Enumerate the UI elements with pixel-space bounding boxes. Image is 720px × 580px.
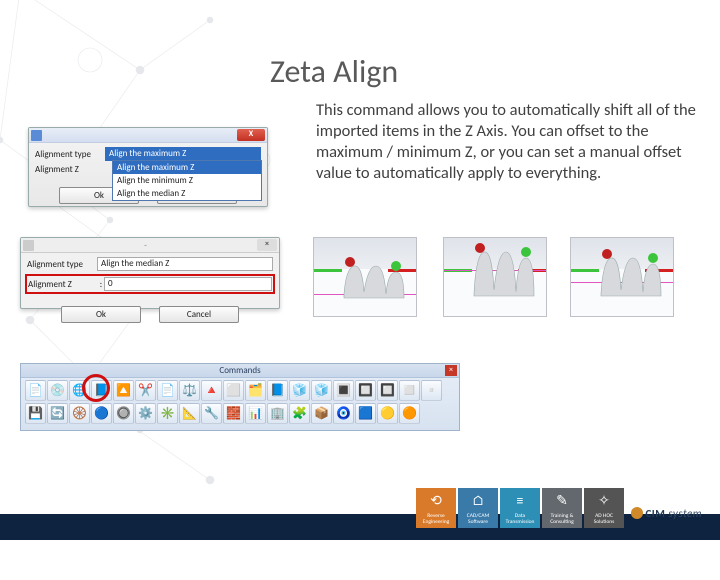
window-icon xyxy=(23,240,34,251)
dialog-title-dash: - xyxy=(144,240,147,251)
toolbar-icon[interactable]: 🗂️ xyxy=(245,380,266,401)
toolbar-icon[interactable]: 📘 xyxy=(91,380,112,401)
tile-adhoc: ✧AD HOCSolutions xyxy=(584,488,624,528)
toolbar-icon[interactable]: 🟦 xyxy=(355,403,376,424)
toolbar-icon[interactable]: 🛞 xyxy=(69,403,90,424)
align-dialog-dropdown-open: X Alignment type Align the maximum Z Ali… xyxy=(28,127,268,207)
description-text: This command allows you to automatically… xyxy=(316,100,706,184)
commands-close-button[interactable]: × xyxy=(445,365,457,376)
toolbar-icon[interactable]: 📐 xyxy=(179,403,200,424)
footer-tiles: ⟲ReverseEngineering ⌂CAD/CAMSoftware ≡Da… xyxy=(416,488,624,528)
toolbar-icon[interactable]: 🧩 xyxy=(289,403,310,424)
toolbar-icon[interactable]: ⬜ xyxy=(223,380,244,401)
toolbar-icon[interactable]: ✂️ xyxy=(135,380,156,401)
toolbar-icon[interactable]: ◻️ xyxy=(399,380,420,401)
brand-logo: CIM system xyxy=(631,507,702,520)
close-button[interactable]: X xyxy=(237,129,265,141)
toolbar-icon[interactable]: 🔧 xyxy=(201,403,222,424)
tile-training: ✎Training &Consulting xyxy=(542,488,582,528)
alignment-type-select[interactable]: Align the maximum Z xyxy=(105,147,261,161)
dialog-titlebar: X xyxy=(29,128,267,143)
alignment-z-input[interactable]: 0 xyxy=(104,277,272,291)
alignment-type-dropdown[interactable]: Align the maximum Z Align the minimum Z … xyxy=(112,160,262,201)
toolbar-icon[interactable]: 💾 xyxy=(25,403,46,424)
toolbar-icon[interactable]: 📊 xyxy=(245,403,266,424)
toolbar-icon[interactable]: ⚙️ xyxy=(135,403,156,424)
toolbar-icon[interactable]: 📘 xyxy=(267,380,288,401)
alignment-z-label: Alignment Z xyxy=(35,164,105,175)
toolbar-icon[interactable]: 🔲 xyxy=(377,380,398,401)
toolbar-icon[interactable]: 🔼 xyxy=(113,380,134,401)
tile-data-transmission: ≡DataTransmission xyxy=(500,488,540,528)
toolbar-icon[interactable]: 📄 xyxy=(157,380,178,401)
toolbar-icon[interactable]: 🔵 xyxy=(91,403,112,424)
dropdown-option[interactable]: Align the minimum Z xyxy=(113,174,261,187)
toolbar-icon[interactable]: 🧊 xyxy=(311,380,332,401)
toolbar-icon[interactable]: 📦 xyxy=(311,403,332,424)
commands-toolbar: Commands × 📄💿🌐📘🔼✂️📄⚖️🔺⬜🗂️📘🧊🧊🔳🔲🔲◻️▫️ 💾🔄🛞🔵… xyxy=(20,363,460,431)
toolbar-icon[interactable]: 🔲 xyxy=(355,380,376,401)
toolbar-icon[interactable]: 🟠 xyxy=(399,403,420,424)
toolbar-icon[interactable]: 🧱 xyxy=(223,403,244,424)
page-title: Zeta Align xyxy=(270,52,398,91)
alignment-type-select[interactable]: Align the median Z xyxy=(97,257,273,271)
commands-title: Commands × xyxy=(21,364,459,378)
toolbar-icon[interactable]: ▫️ xyxy=(421,380,442,401)
preview-max-z xyxy=(313,237,417,317)
align-dialog-median: - × Alignment type Align the median Z Al… xyxy=(20,237,280,309)
toolbar-icon[interactable]: 🔄 xyxy=(47,403,68,424)
window-icon xyxy=(31,130,42,141)
close-button[interactable]: × xyxy=(257,239,277,251)
toolbar-icon[interactable]: ✳️ xyxy=(157,403,178,424)
alignment-type-label: Alignment type xyxy=(27,259,97,270)
tile-cadcam: ⌂CAD/CAMSoftware xyxy=(458,488,498,528)
cancel-button[interactable]: Cancel xyxy=(159,306,239,323)
commands-title-text: Commands xyxy=(219,365,260,376)
toolbar-icon[interactable]: 🧿 xyxy=(333,403,354,424)
dropdown-option[interactable]: Align the median Z xyxy=(113,187,261,200)
preview-min-z xyxy=(443,237,547,317)
ok-button[interactable]: Ok xyxy=(61,306,141,323)
toolbar-icon[interactable]: 🔺 xyxy=(201,380,222,401)
toolbar-icon[interactable]: 💿 xyxy=(47,380,68,401)
alignment-z-label: Alignment Z xyxy=(28,279,98,290)
toolbar-icon[interactable]: 🔘 xyxy=(113,403,134,424)
toolbar-icon[interactable]: ⚖️ xyxy=(179,380,200,401)
toolbar-icon[interactable]: 🟡 xyxy=(377,403,398,424)
toolbar-icon[interactable]: 🔳 xyxy=(333,380,354,401)
dialog-titlebar: - × xyxy=(21,238,279,253)
toolbar-icon[interactable]: 🏢 xyxy=(267,403,288,424)
dropdown-option[interactable]: Align the maximum Z xyxy=(113,161,261,174)
toolbar-icon[interactable]: 🧊 xyxy=(289,380,310,401)
toolbar-icon[interactable]: 📄 xyxy=(25,380,46,401)
toolbar-icon[interactable]: 🌐 xyxy=(69,380,90,401)
tile-reverse-engineering: ⟲ReverseEngineering xyxy=(416,488,456,528)
preview-median-z xyxy=(570,237,674,317)
alignment-type-label: Alignment type xyxy=(35,149,105,160)
